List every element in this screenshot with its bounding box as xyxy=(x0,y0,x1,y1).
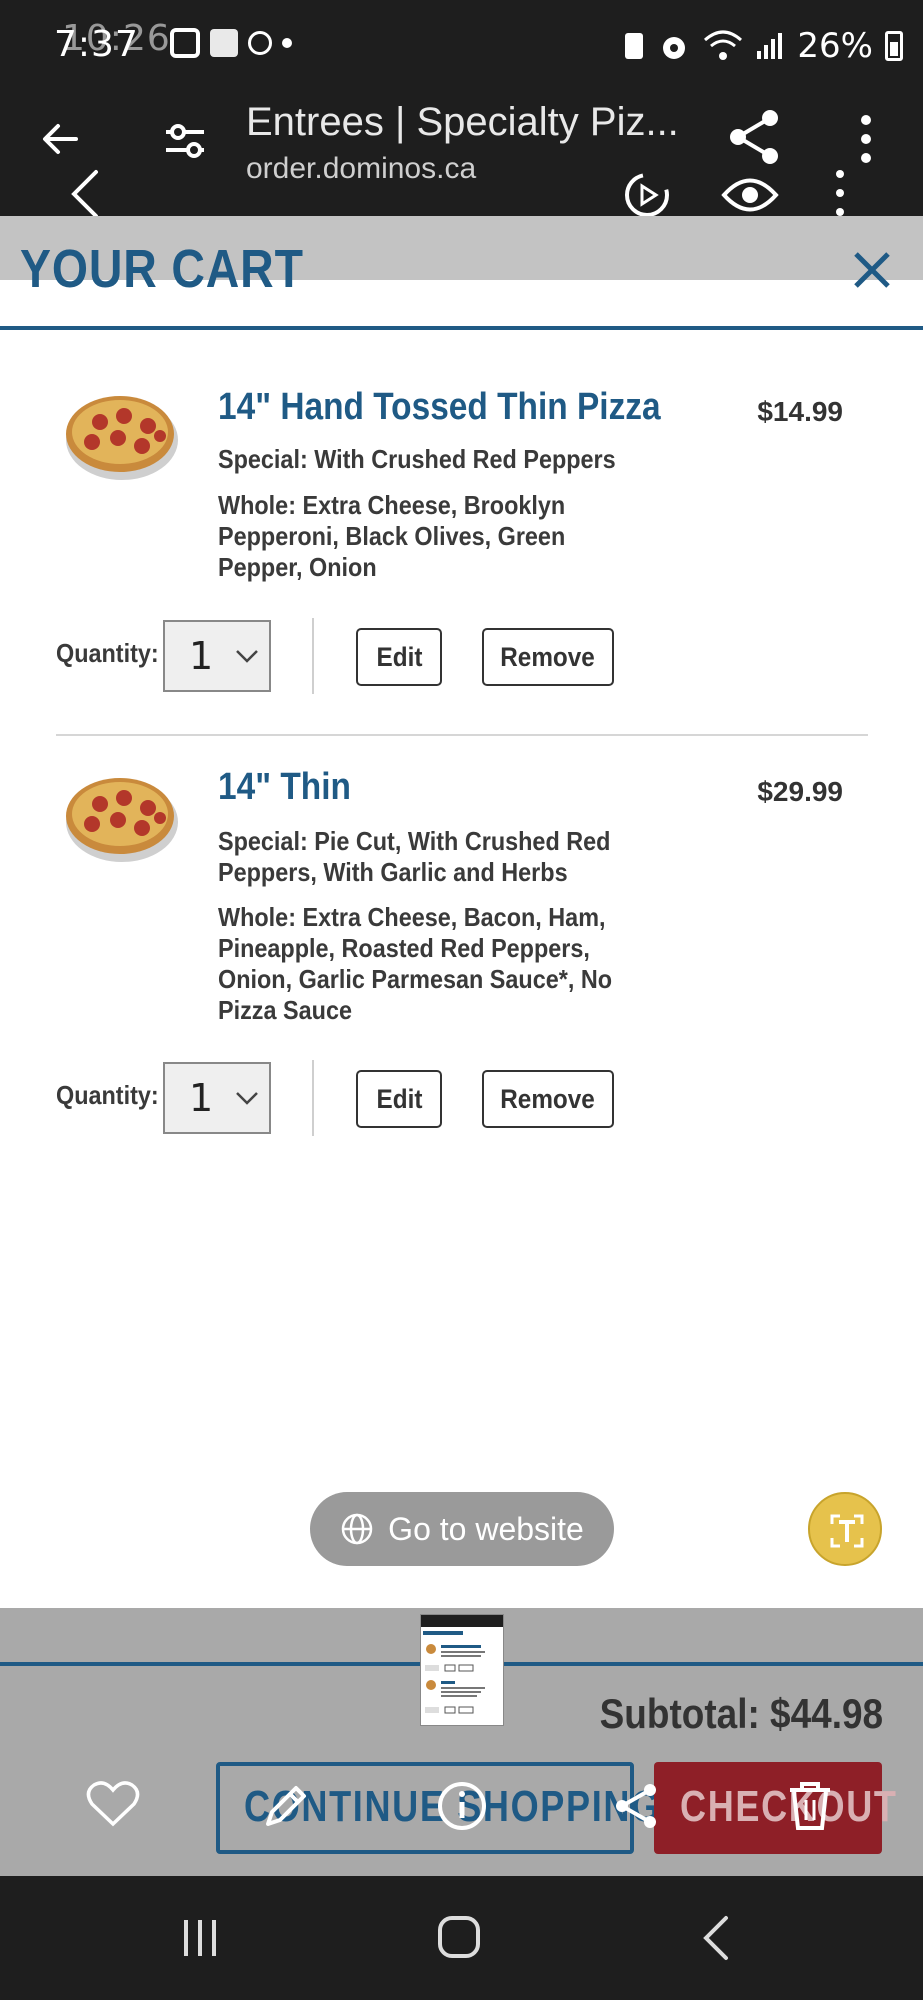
share-icon[interactable] xyxy=(726,108,784,166)
notification-grid-icon xyxy=(210,29,238,57)
separator xyxy=(312,618,314,694)
text-scan-icon xyxy=(830,1514,864,1548)
quantity-label: Quantity: xyxy=(56,1080,159,1110)
home-icon[interactable] xyxy=(436,1914,482,1960)
wifi-icon xyxy=(704,30,743,60)
notification-circle-icon xyxy=(248,31,272,55)
status-right: 26% xyxy=(623,26,903,66)
item-special: Special: With Crushed Red Peppers xyxy=(218,444,616,474)
item-name[interactable]: 14" Thin xyxy=(218,766,351,809)
chevron-left-icon[interactable] xyxy=(66,166,106,222)
screenshot-thumbnail[interactable] xyxy=(420,1614,504,1726)
pizza-image xyxy=(66,396,178,480)
notification-dot-icon xyxy=(282,38,292,48)
page-title: Entrees | Specialty Piz... xyxy=(246,100,679,144)
status-time: 10:26 7:37 xyxy=(54,18,171,65)
quantity-value: 1 xyxy=(189,1076,214,1120)
quantity-value: 1 xyxy=(189,634,214,678)
item-toppings: Whole: Extra Cheese, Brooklyn Pepperoni,… xyxy=(218,490,566,582)
item-toppings: Whole: Extra Cheese, Bacon, Ham, Pineapp… xyxy=(218,902,613,1025)
quantity-label: Quantity: xyxy=(56,638,159,668)
play-video-icon[interactable] xyxy=(622,170,672,220)
battery-icon xyxy=(885,31,903,61)
alarm-icon xyxy=(663,37,686,59)
subtotal: Subtotal: $44.98 xyxy=(599,1690,883,1737)
quantity-select[interactable]: 1 xyxy=(163,1062,271,1134)
item-price: $29.99 xyxy=(757,776,843,807)
eye-icon[interactable] xyxy=(720,172,780,218)
heart-icon[interactable] xyxy=(86,1780,140,1828)
globe-icon xyxy=(341,1513,373,1545)
chevron-down-icon xyxy=(236,650,258,663)
browser-bar: Entrees | Specialty Piz... order.dominos… xyxy=(0,96,923,218)
cart-divider xyxy=(0,326,923,330)
status-bar: 10:26 7:37 26% xyxy=(0,0,923,96)
status-time-ghost: 10:26 xyxy=(62,18,171,59)
nav-back-icon[interactable] xyxy=(700,1914,732,1962)
go-to-website-button[interactable]: Go to website xyxy=(310,1492,614,1566)
trash-icon[interactable] xyxy=(782,1778,838,1834)
chevron-down-icon xyxy=(236,1092,258,1105)
more-options-icon[interactable] xyxy=(856,114,876,164)
edit-pencil-icon[interactable] xyxy=(258,1778,314,1834)
notification-square-icon xyxy=(170,28,200,58)
cart-title: YOUR CART xyxy=(20,239,304,299)
signal-icon xyxy=(757,33,783,59)
item-divider xyxy=(56,734,868,736)
page-url[interactable]: order.dominos.ca xyxy=(246,152,476,186)
quantity-select[interactable]: 1 xyxy=(163,620,271,692)
item-name[interactable]: 14" Hand Tossed Thin Pizza xyxy=(218,386,661,429)
recent-apps-icon[interactable] xyxy=(180,1918,224,1958)
text-extract-button[interactable] xyxy=(808,1492,882,1566)
back-arrow-icon[interactable] xyxy=(36,114,86,164)
separator xyxy=(312,1060,314,1136)
remove-button[interactable]: Remove xyxy=(482,628,614,686)
edit-button[interactable]: Edit xyxy=(356,1070,442,1128)
notification-icons xyxy=(170,28,292,58)
page-settings-icon[interactable] xyxy=(160,116,210,166)
close-icon[interactable] xyxy=(848,246,896,294)
share-screenshot-icon[interactable] xyxy=(608,1778,664,1834)
battery-percent: 26% xyxy=(797,26,873,66)
edit-button[interactable]: Edit xyxy=(356,628,442,686)
pizza-image xyxy=(66,778,178,862)
nfc-icon xyxy=(625,33,644,59)
item-special: Special: Pie Cut, With Crushed Red Peppe… xyxy=(218,826,611,887)
item-price: $14.99 xyxy=(757,396,843,427)
more-options-secondary-icon[interactable] xyxy=(832,168,848,218)
info-icon[interactable] xyxy=(434,1778,490,1834)
remove-button[interactable]: Remove xyxy=(482,1070,614,1128)
